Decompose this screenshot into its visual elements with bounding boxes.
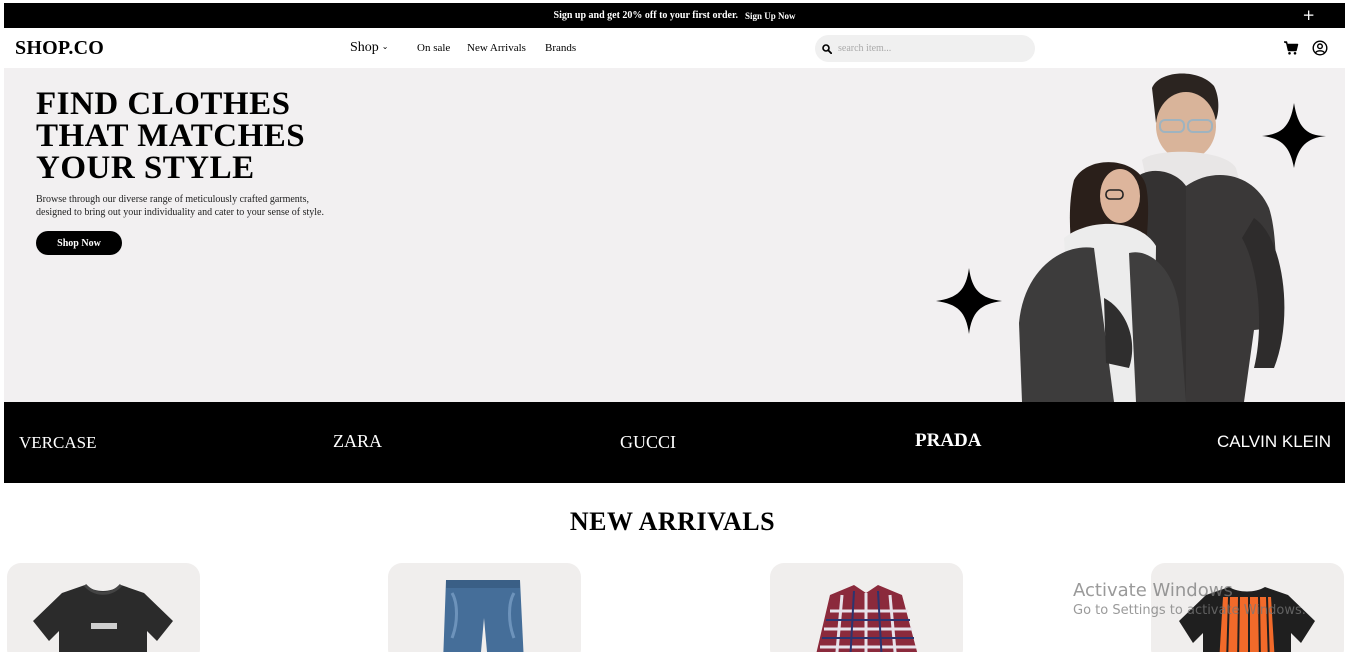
search-bar <box>815 35 1035 62</box>
logo[interactable]: SHOP.CO <box>15 37 104 60</box>
new-arrivals-title: NEW ARRIVALS <box>569 507 776 536</box>
nav-shop-dropdown[interactable]: Shop ⌄ <box>350 40 389 56</box>
hero-models-image <box>936 73 1326 402</box>
product-image-black-tshirt <box>33 583 173 652</box>
product-card[interactable] <box>1151 563 1344 652</box>
hero-section: FIND CLOTHES THAT MATCHES YOUR STYLE Bro… <box>4 68 1345 402</box>
promo-message: Sign up and get 20% off to your first or… <box>553 10 738 21</box>
hero-title: FIND CLOTHES THAT MATCHES YOUR STYLE <box>36 86 306 186</box>
sparkle-icon <box>1262 103 1326 168</box>
hero-description-line: Browse through our diverse range of meti… <box>36 194 309 205</box>
hero-description: Browse through our diverse range of meti… <box>36 193 376 219</box>
brand-logo-gucci: GUCCI <box>620 432 677 452</box>
nav-brands[interactable]: Brands <box>545 42 576 54</box>
hero-title-line: FIND CLOTHES <box>36 86 291 122</box>
sparkle-icon <box>936 268 1002 334</box>
brand-logo-versace: VERCASE <box>19 433 97 452</box>
account-icon[interactable] <box>1312 40 1328 56</box>
brand-logo-calvin-klein: CALVIN KLEIN <box>1217 432 1332 451</box>
close-banner-button[interactable]: + <box>1302 6 1315 24</box>
product-card[interactable] <box>770 563 963 652</box>
product-image-orange-striped-tshirt <box>1179 587 1315 652</box>
brands-bar: VERCASE ZARA GUCCI PRADA CALVIN KLEIN <box>4 402 1345 483</box>
brand-logo-zara: ZARA <box>333 431 382 451</box>
sign-up-link[interactable]: Sign Up Now <box>745 11 796 21</box>
promo-banner: Sign up and get 20% off to your first or… <box>4 3 1345 28</box>
search-input[interactable] <box>838 43 1018 54</box>
search-icon <box>822 43 832 54</box>
nav-new-arrivals[interactable]: New Arrivals <box>467 42 526 54</box>
chevron-down-icon: ⌄ <box>381 42 389 51</box>
product-card[interactable] <box>7 563 200 652</box>
hero-title-line: YOUR STYLE <box>36 150 255 186</box>
shop-now-button[interactable]: Shop Now <box>36 231 122 255</box>
page: Sign up and get 20% off to your first or… <box>4 3 1345 652</box>
hero-title-line: THAT MATCHES <box>36 118 306 154</box>
cart-icon[interactable] <box>1283 40 1299 56</box>
nav-shop-label: Shop <box>350 40 379 55</box>
nav-on-sale[interactable]: On sale <box>417 42 450 54</box>
site-header: SHOP.CO Shop ⌄ On sale New Arrivals Brand… <box>4 28 1345 68</box>
product-image-checkered-shirt <box>816 585 918 652</box>
hero-description-line: designed to bring out your individuality… <box>36 207 324 218</box>
brand-logo-prada: PRADA <box>915 430 982 451</box>
product-image-blue-jeans-shorts <box>443 580 524 652</box>
product-card[interactable] <box>388 563 581 652</box>
